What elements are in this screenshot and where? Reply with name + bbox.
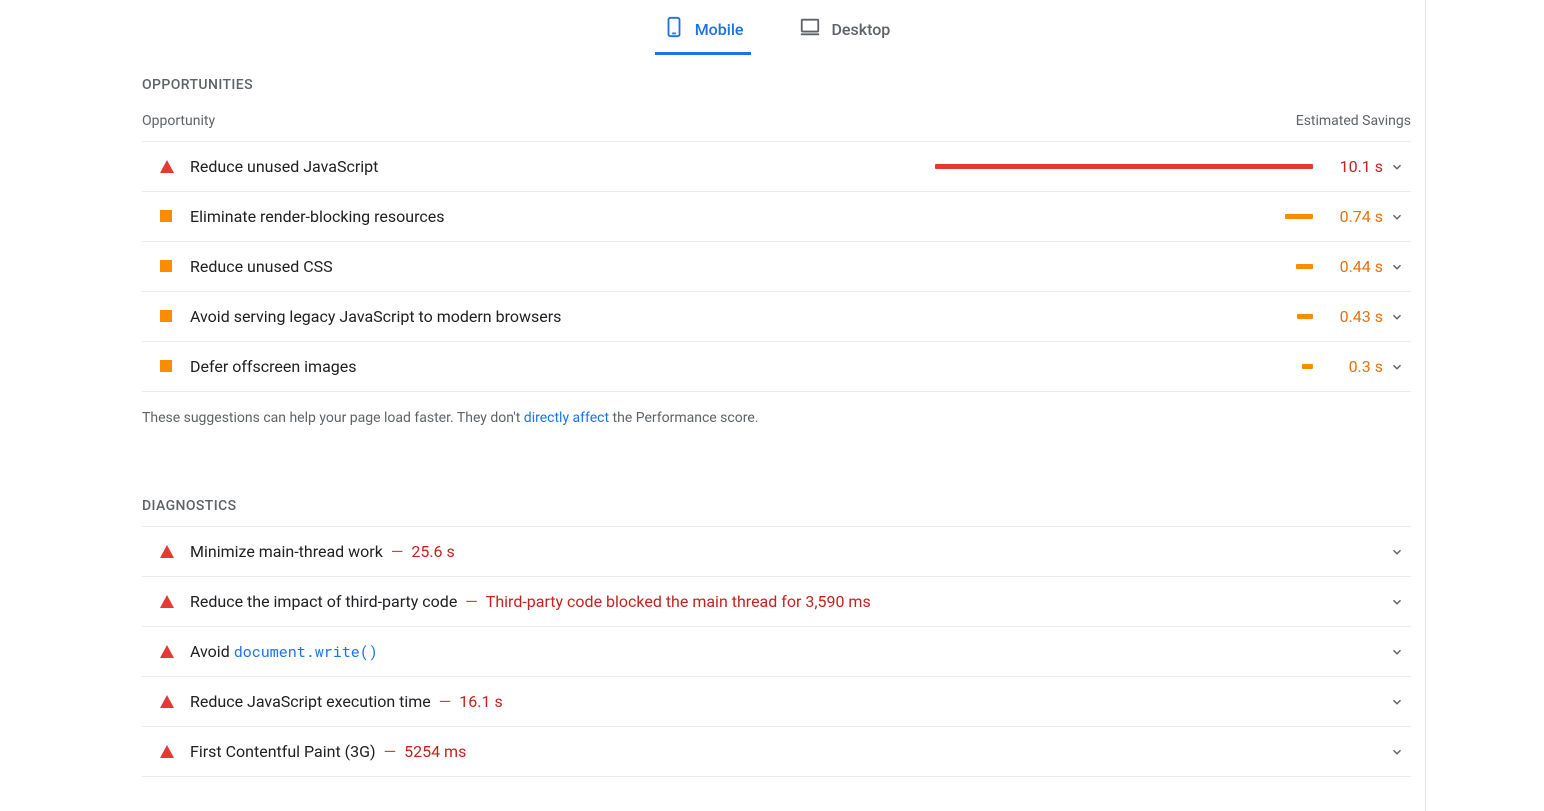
desktop-icon [799,16,821,42]
col-opportunity: Opportunity [142,113,215,129]
footer-text: the Performance score. [609,410,758,426]
square-orange-icon [160,210,174,224]
triangle-red-icon [160,160,174,174]
opportunity-title: Reduce unused CSS [190,257,333,276]
triangle-red-icon [160,645,174,659]
opportunity-row[interactable]: Eliminate render-blocking resources 0.74 … [142,192,1411,242]
savings-bar [935,214,1313,219]
diagnostic-row[interactable]: Reduce JavaScript execution time — 16.1 s [142,677,1411,727]
chevron-down-icon [1383,210,1411,224]
square-orange-icon [160,310,174,324]
opportunity-title: Eliminate render-blocking resources [190,207,444,226]
diagnostic-value: 5254 ms [404,742,466,761]
separator: — [439,692,452,711]
savings-value: 0.74 s [1327,207,1383,226]
opportunity-title: Avoid serving legacy JavaScript to moder… [190,307,561,326]
savings-value: 0.44 s [1327,257,1383,276]
savings-bar [935,264,1313,269]
diagnostic-row[interactable]: Minimize main-thread work — 25.6 s [142,527,1411,577]
opportunity-row[interactable]: Avoid serving legacy JavaScript to moder… [142,292,1411,342]
opportunity-row[interactable]: Reduce unused CSS 0.44 s [142,242,1411,292]
square-orange-icon [160,360,174,374]
chevron-down-icon [1383,160,1411,174]
diagnostic-value: 16.1 s [459,692,502,711]
separator: — [391,542,404,561]
tab-desktop-label: Desktop [831,20,890,39]
opportunities-columns: Opportunity Estimated Savings [142,105,1411,142]
savings-value: 10.1 s [1327,157,1383,176]
footer-link[interactable]: directly affect [524,410,609,426]
opportunity-title: Defer offscreen images [190,357,357,376]
triangle-red-icon [160,695,174,709]
diagnostic-row[interactable]: Reduce the impact of third-party code — Th… [142,577,1411,627]
chevron-down-icon [1383,595,1411,609]
diagnostic-value: 25.6 s [411,542,454,561]
opportunity-title: Reduce unused JavaScript [190,157,378,176]
diagnostic-title: Minimize main-thread work [190,542,383,561]
code-literal: document.write() [234,642,378,662]
diagnostic-title: First Contentful Paint (3G) [190,742,376,761]
chevron-down-icon [1383,545,1411,559]
footer-text: These suggestions can help your page loa… [142,410,524,426]
opportunity-row[interactable]: Defer offscreen images 0.3 s [142,342,1411,392]
opportunities-section: Opportunities Opportunity Estimated Savi… [128,55,1425,476]
savings-bar [935,314,1313,319]
chevron-down-icon [1383,310,1411,324]
opportunities-heading: Opportunities [142,55,1411,105]
square-orange-icon [160,260,174,274]
tab-desktop[interactable]: Desktop [791,4,898,55]
diagnostic-row[interactable]: Avoid document.write() [142,627,1411,677]
opportunity-row[interactable]: Reduce unused JavaScript 10.1 s [142,142,1411,192]
savings-bar [935,164,1313,169]
diagnostics-heading: Diagnostics [142,476,1411,526]
chevron-down-icon [1383,745,1411,759]
opportunities-list: Reduce unused JavaScript 10.1 s Eliminate … [142,142,1411,392]
savings-value: 0.3 s [1327,357,1383,376]
chevron-down-icon [1383,260,1411,274]
col-savings: Estimated Savings [1296,113,1411,129]
diagnostic-title: Reduce JavaScript execution time [190,692,431,711]
triangle-red-icon [160,545,174,559]
separator: — [465,592,478,611]
mobile-icon [663,16,685,42]
tab-mobile-label: Mobile [695,20,744,39]
opportunities-footer: These suggestions can help your page loa… [142,392,1411,476]
diagnostic-value: Third-party code blocked the main thread… [486,592,871,611]
chevron-down-icon [1383,695,1411,709]
tab-mobile[interactable]: Mobile [655,4,752,55]
separator: — [384,742,397,761]
chevron-down-icon [1383,645,1411,659]
diagnostics-section: Diagnostics Minimize main-thread work — 25… [128,476,1425,777]
savings-bar [935,364,1313,369]
diagnostics-list: Minimize main-thread work — 25.6 s Reduce t… [142,527,1411,777]
diagnostic-title: Reduce the impact of third-party code [190,592,457,611]
device-tabs: Mobile Desktop [128,0,1425,55]
triangle-red-icon [160,595,174,609]
diagnostic-row[interactable]: First Contentful Paint (3G) — 5254 ms [142,727,1411,777]
diagnostic-title: Avoid document.write() [190,642,378,662]
chevron-down-icon [1383,360,1411,374]
triangle-red-icon [160,745,174,759]
savings-value: 0.43 s [1327,307,1383,326]
